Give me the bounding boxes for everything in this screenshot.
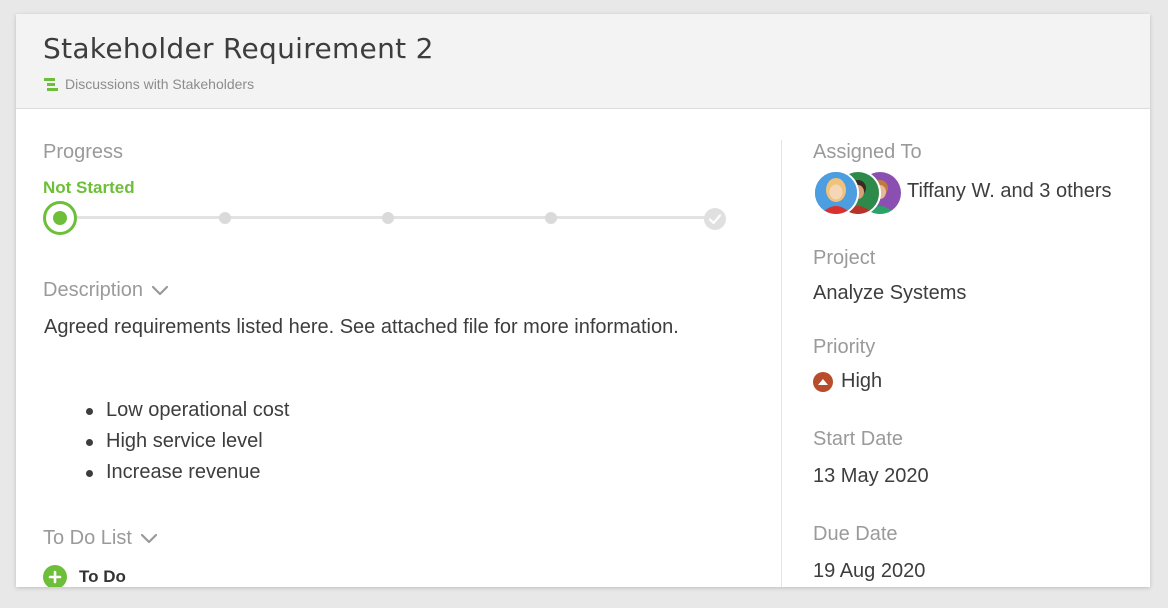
breadcrumb[interactable]: Discussions with Stakeholders: [43, 76, 254, 92]
hierarchy-icon: [44, 78, 58, 91]
breadcrumb-label[interactable]: Discussions with Stakeholders: [65, 76, 254, 92]
list-item: Increase revenue: [86, 457, 289, 488]
project-value[interactable]: Analyze Systems: [813, 282, 966, 305]
priority-selector[interactable]: High: [813, 370, 882, 393]
task-detail-card: Stakeholder Requirement 2 Discussions wi…: [16, 14, 1150, 587]
progress-step[interactable]: [219, 212, 231, 224]
task-title[interactable]: Stakeholder Requirement 2: [43, 32, 434, 65]
priority-label: Priority: [813, 336, 876, 358]
project-label: Project: [813, 247, 876, 269]
todo-list-label: To Do List: [43, 527, 132, 549]
description-bullet-list: Low operational cost High service level …: [86, 395, 289, 488]
assignee-summary[interactable]: Tiffany W. and 3 others: [907, 180, 1112, 203]
avatar[interactable]: [813, 170, 859, 216]
column-divider: [781, 140, 782, 587]
description-label: Description: [43, 279, 144, 301]
progress-step[interactable]: [382, 212, 394, 224]
start-date-label: Start Date: [813, 428, 904, 450]
add-todo-label[interactable]: To Do: [79, 567, 126, 587]
list-item: Low operational cost: [86, 395, 289, 426]
assigned-to-label: Assigned To: [813, 141, 922, 163]
plus-circle-icon[interactable]: [43, 565, 67, 587]
chevron-down-icon[interactable]: [151, 285, 169, 297]
assignee-avatars[interactable]: [813, 170, 903, 216]
progress-track: [76, 216, 716, 219]
description-header[interactable]: Description: [43, 279, 169, 302]
plus-icon: [48, 570, 62, 584]
progress-label: Progress: [43, 141, 124, 163]
due-date-value[interactable]: 19 Aug 2020: [813, 560, 925, 583]
due-date-label: Due Date: [813, 523, 898, 545]
description-text: Agreed requirements listed here. See att…: [44, 316, 679, 338]
person-icon: [815, 172, 857, 214]
priority-up-icon: [813, 371, 833, 392]
progress-step-complete[interactable]: [704, 208, 726, 230]
progress-step[interactable]: [545, 212, 557, 224]
progress-status: Not Started: [43, 178, 135, 197]
progress-step-current-dot: [53, 211, 67, 225]
task-header: Stakeholder Requirement 2 Discussions wi…: [16, 14, 1150, 109]
list-item: High service level: [86, 426, 289, 457]
check-icon: [708, 214, 722, 225]
start-date-value[interactable]: 13 May 2020: [813, 465, 929, 488]
chevron-down-icon[interactable]: [140, 533, 158, 545]
add-todo-button[interactable]: To Do: [43, 565, 126, 587]
progress-step-current[interactable]: [43, 201, 77, 235]
priority-value[interactable]: High: [841, 370, 882, 393]
todo-list-header[interactable]: To Do List: [43, 527, 158, 550]
